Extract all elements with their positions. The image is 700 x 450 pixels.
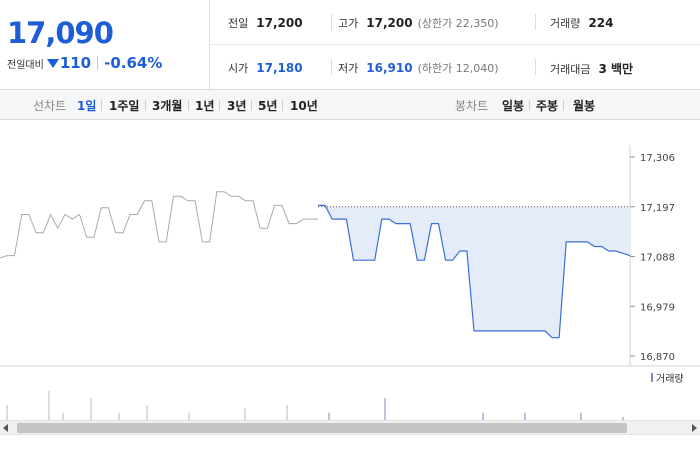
- line-chart-label: 선차트: [33, 99, 67, 113]
- divider: [529, 100, 530, 111]
- series-prev-line: [0, 191, 318, 259]
- y-tick-label: 16,979: [640, 302, 675, 313]
- tab-3y[interactable]: 3년: [227, 97, 246, 114]
- candle-chart-label: 봉차트: [455, 99, 489, 113]
- divider: [219, 100, 220, 111]
- scroll-right-icon[interactable]: [692, 424, 697, 432]
- divider: [535, 14, 536, 30]
- stat-amount: 거래대금 3 백만: [550, 62, 634, 76]
- tab-1w[interactable]: 1주일: [109, 97, 139, 114]
- volume-bars: [6, 390, 624, 420]
- y-tick-label: 17,088: [640, 253, 675, 264]
- y-tick-label: 17,197: [640, 203, 675, 214]
- stats-row-1: 전일 17,200 고가 17,200 (상한가 22,350) 거래량 224: [210, 0, 700, 45]
- tab-10y[interactable]: 10년: [290, 97, 318, 114]
- tab-3m[interactable]: 3개월: [152, 97, 182, 114]
- divider: [331, 59, 332, 75]
- divider: [563, 100, 564, 111]
- divider: [331, 14, 332, 30]
- divider: [145, 100, 146, 111]
- volume-legend: 거래량: [651, 373, 684, 385]
- price-summary: 17,090 전일대비 110 -0.64% 전일 17,200 고가 17,2…: [0, 0, 700, 90]
- y-tick-label: 17,306: [640, 153, 675, 164]
- volume-legend-swatch: [651, 373, 653, 382]
- divider: [535, 59, 536, 75]
- stat-open: 시가 17,180: [228, 61, 303, 75]
- tab-weekly-candle[interactable]: 주봉: [536, 97, 558, 114]
- stats-row-2: 시가 17,180 저가 16,910 (하한가 12,040) 거래대금 3 …: [210, 45, 700, 90]
- triangle-down-icon: [46, 58, 59, 68]
- price-chart: 17,306 17,197 17,088 16,979 16,870 거래량: [0, 145, 700, 421]
- tab-daily-candle[interactable]: 일봉: [502, 97, 524, 114]
- tab-1d[interactable]: 1일: [77, 97, 96, 114]
- tab-1y[interactable]: 1년: [195, 97, 214, 114]
- divider: [97, 56, 99, 70]
- current-price-box: 17,090 전일대비 110 -0.64%: [0, 0, 210, 90]
- divider: [188, 100, 189, 111]
- chart-grid: [0, 145, 700, 421]
- change-label: 전일대비: [7, 59, 44, 71]
- scroll-thumb[interactable]: [17, 423, 627, 433]
- divider: [251, 100, 252, 111]
- tab-monthly-candle[interactable]: 월봉: [573, 97, 595, 114]
- stat-prev-close: 전일 17,200: [228, 16, 303, 30]
- scroll-left-icon[interactable]: [3, 424, 8, 432]
- stats-table: 전일 17,200 고가 17,200 (상한가 22,350) 거래량 224…: [210, 0, 700, 90]
- change-percent: -0.64%: [104, 54, 163, 72]
- y-axis-ticks: 17,306 17,197 17,088 16,979 16,870: [630, 153, 675, 363]
- volume-legend-label: 거래량: [656, 373, 684, 385]
- footer-space: [0, 436, 700, 450]
- price-chart-area: 17,306 17,197 17,088 16,979 16,870 거래량: [0, 121, 700, 450]
- change-amount: 110: [59, 54, 92, 72]
- y-tick-label: 16,870: [640, 352, 675, 363]
- period-tab-bar: 선차트 1일 1주일 3개월 1년 3년 5년 10년 봉차트 일봉 주봉 월봉: [0, 90, 700, 120]
- stat-low: 저가 16,910 (하한가 12,040): [338, 61, 499, 75]
- divider: [101, 100, 102, 111]
- chart-scrollbar[interactable]: [0, 420, 700, 435]
- stat-volume: 거래량 224: [550, 16, 614, 30]
- chart-fill: [318, 205, 630, 338]
- stat-high: 고가 17,200 (상한가 22,350): [338, 16, 499, 30]
- series-today-fill: [318, 205, 630, 338]
- change-row: 전일대비 110 -0.64%: [7, 54, 162, 72]
- divider: [282, 100, 283, 111]
- current-price: 17,090: [7, 16, 114, 50]
- tab-5y[interactable]: 5년: [258, 97, 277, 114]
